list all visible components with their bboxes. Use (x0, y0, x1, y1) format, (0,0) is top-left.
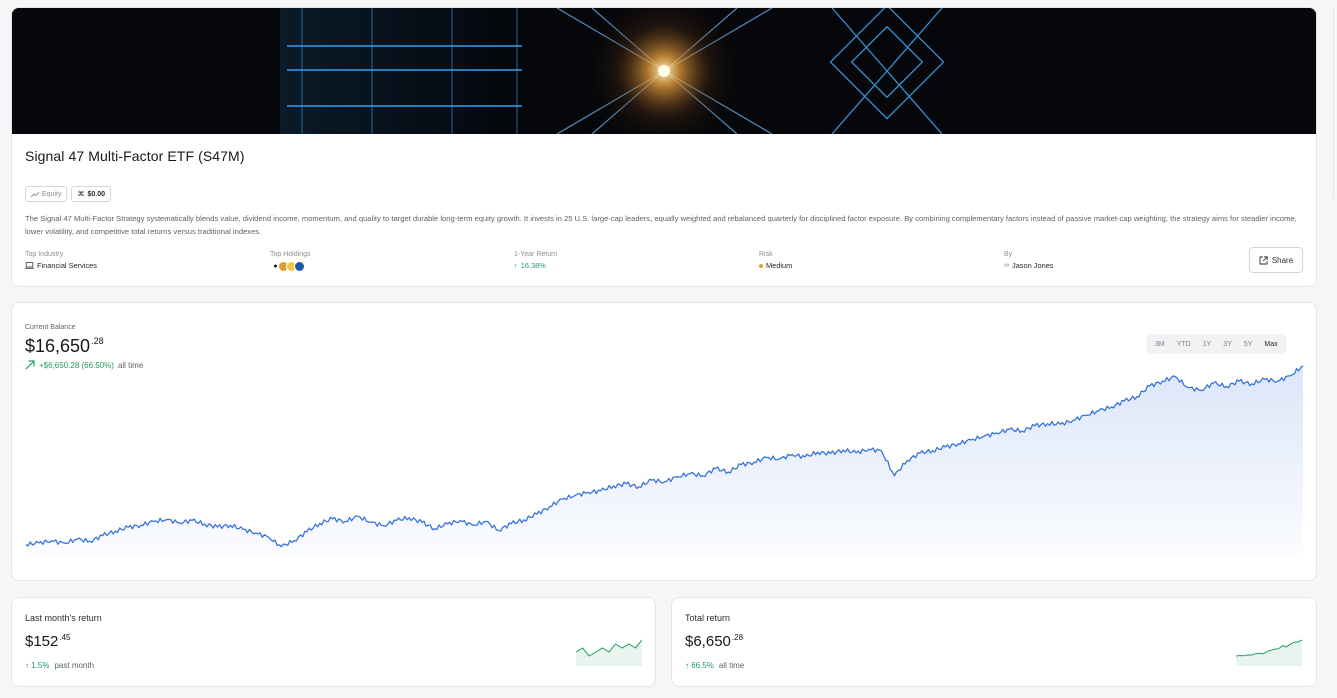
range-3m[interactable]: 3M (1149, 338, 1171, 351)
range-1y[interactable]: 1Y (1197, 338, 1218, 351)
risk-label: Risk (759, 251, 773, 258)
equity-tag[interactable]: Equity (25, 186, 68, 202)
current-balance-value: $16,650.28 (25, 336, 104, 356)
risk: Risk Medium (759, 250, 792, 271)
laptop-icon (25, 262, 34, 269)
range-3y[interactable]: 3Y (1217, 338, 1238, 351)
stat-change: ↑ 66.5% all time (685, 661, 745, 670)
risk-value: Medium (759, 260, 792, 271)
external-link-icon (1259, 255, 1268, 264)
total-sparkline (1236, 639, 1302, 666)
command-icon: ⌘ (77, 191, 85, 198)
equity-tag-label: Equity (42, 190, 62, 198)
stat-value: $152.45 (25, 633, 71, 650)
author-value: ∞ Jason Jones (1004, 261, 1054, 270)
one-year-return-value: ↑ 16.38% (514, 261, 546, 270)
fund-banner-image (12, 8, 1316, 134)
range-5y[interactable]: 5Y (1238, 338, 1259, 351)
range-ytd[interactable]: YTD (1171, 338, 1197, 351)
balance-chart-card: Current Balance $16,650.28 +$6,650.28 (6… (11, 302, 1317, 581)
link-icon: ∞ (1004, 262, 1009, 269)
top-industry-value: Financial Services (25, 260, 97, 271)
status-dot-icon (759, 263, 763, 268)
range-max[interactable]: Max (1258, 338, 1283, 351)
trend-up-arrow-icon (25, 360, 35, 370)
top-holdings-label: Top Holdings (270, 251, 311, 258)
price-tag[interactable]: ⌘ $0.00 (71, 186, 111, 202)
sparkline-area (1236, 640, 1302, 666)
share-button-label: Share (1271, 255, 1294, 265)
month-sparkline (576, 639, 642, 666)
stat-label: Last month's return (25, 613, 102, 623)
top-industry-label: Top Industry (25, 251, 64, 258)
share-button[interactable]: Share (1249, 247, 1303, 273)
sparkline-area (576, 640, 642, 666)
range-selector: 3M YTD 1Y 3Y 5Y Max (1146, 334, 1287, 354)
top-holdings-logos[interactable]: ● (270, 261, 310, 272)
author: By ∞ Jason Jones (1004, 250, 1054, 271)
price-tag-label: $0.00 (87, 190, 105, 198)
stat-value: $6,650.28 (685, 633, 744, 650)
arrow-up-icon: ↑ (514, 261, 518, 270)
top-industry: Top Industry Financial Services (25, 250, 97, 271)
balance-area (26, 365, 1303, 558)
balance-change: +$6,650.28 (66.50%) all time (25, 360, 143, 370)
one-year-return: 1-Year Return ↑ 16.38% (514, 250, 557, 271)
fund-tags: Equity ⌘ $0.00 (25, 186, 111, 202)
balance-chart[interactable] (12, 303, 1317, 581)
holding-logo-icon (294, 261, 305, 272)
fund-header-card: Signal 47 Multi-Factor ETF (S47M) Equity… (11, 7, 1317, 287)
last-month-return-card: Last month's return $152.45 ↑ 1.5% past m… (11, 597, 656, 687)
current-balance-label: Current Balance (25, 324, 76, 331)
fund-description: The Signal 47 Multi-Factor Strategy syst… (25, 214, 1297, 236)
total-return-card: Total return $6,650.28 ↑ 66.5% all time (671, 597, 1317, 687)
author-label: By (1004, 251, 1013, 258)
one-year-return-label: 1-Year Return (514, 251, 558, 258)
side-panel-edge (1333, 8, 1337, 198)
chart-line-icon (31, 191, 39, 197)
stat-label: Total return (685, 613, 731, 623)
fund-title: Signal 47 Multi-Factor ETF (S47M) (25, 148, 245, 164)
top-holdings: Top Holdings ● (270, 250, 310, 272)
stat-change: ↑ 1.5% past month (25, 661, 95, 670)
